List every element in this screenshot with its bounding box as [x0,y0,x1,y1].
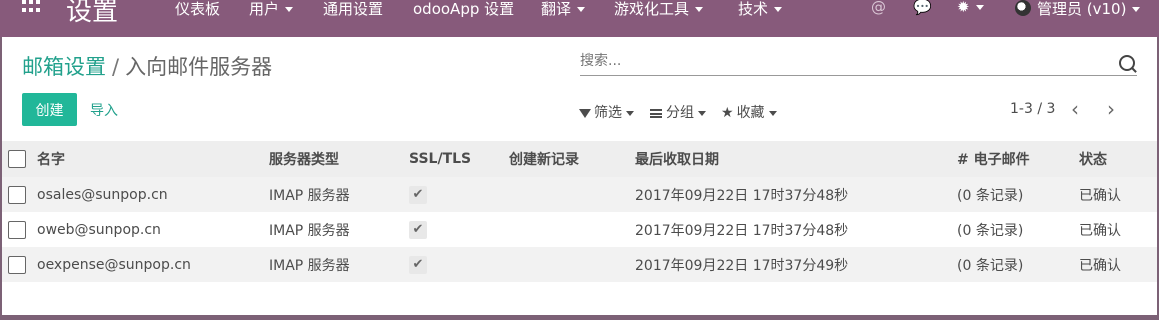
cell-name: oweb@sunpop.cn [37,221,161,238]
row-checkbox[interactable] [8,185,26,204]
column-header-last-fetch-date[interactable]: 最后收取日期 [635,141,957,177]
ssl-checkbox-checked: ✔ [409,255,427,274]
ssl-checkbox-checked: ✔ [409,185,427,204]
cell-emails: (0 条记录) [957,222,1024,239]
pager-value[interactable]: 1-3 / 3 [1010,101,1055,117]
chat-icon[interactable]: 💬 [913,0,932,16]
cell-server-type: IMAP 服务器 [269,257,350,274]
chevron-down-icon [1132,7,1141,12]
cell-emails: (0 条记录) [957,257,1024,274]
cell-server-type: IMAP 服务器 [269,187,350,204]
search-input[interactable] [580,52,1080,70]
menu-gamification[interactable]: 游戏化工具 [614,0,704,19]
menu-general-settings[interactable]: 通用设置 [323,0,383,19]
menu-odooapp-settings[interactable]: odooApp 设置 [413,0,514,19]
column-header-server-type[interactable]: 服务器类型 [269,141,409,177]
breadcrumb-parent-link[interactable]: 邮箱设置 [22,55,106,79]
menu-technical[interactable]: 技术 [738,0,783,19]
chevron-down-icon [768,110,777,116]
table-header-row: 名字 服务器类型 SSL/TLS 创建新记录 最后收取日期 # 电子邮件 状态 [2,141,1157,177]
cell-last-fetch-date: 2017年09月22日 17时37分48秒 [635,222,849,239]
chevron-down-icon [695,7,704,12]
column-header-create-record[interactable]: 创建新记录 [509,141,635,177]
table-row[interactable]: oweb@sunpop.cn IMAP 服务器 ✔ 2017年09月22日 17… [2,212,1157,247]
table-row[interactable]: oexpense@sunpop.cn IMAP 服务器 ✔ 2017年09月22… [2,247,1157,282]
cell-create-record [509,212,635,247]
bottom-border [0,315,1159,320]
create-button[interactable]: 创建 [22,93,77,126]
cell-create-record [509,247,635,282]
funnel-icon [579,108,591,118]
breadcrumb-separator: / [112,55,120,79]
list-icon [650,108,662,118]
chevron-right-icon[interactable]: › [1107,97,1115,121]
favorites-dropdown[interactable]: ★ 收藏 [721,102,777,122]
cell-state: 已确认 [1079,257,1121,274]
page-title: 入向邮件服务器 [125,55,273,79]
column-header-state[interactable]: 状态 [1079,141,1157,177]
apps-menu-icon[interactable] [22,0,40,12]
app-title: 设置 [66,0,119,27]
menu-users[interactable]: 用户 [249,0,294,19]
cell-state: 已确认 [1079,187,1121,204]
select-all-checkbox[interactable] [8,150,26,168]
row-checkbox[interactable] [8,255,26,274]
column-header-ssl[interactable]: SSL/TLS [409,141,509,177]
main-panel: 邮箱设置/入向邮件服务器 创建 导入 筛选 分组 ★收藏 1-3 / 3 ‹ ›… [2,37,1157,315]
cell-state: 已确认 [1079,222,1121,239]
ssl-checkbox-checked: ✔ [409,220,427,239]
chevron-down-icon [774,7,783,12]
breadcrumb: 邮箱设置 / 入向邮件服务器 [22,51,272,81]
cell-name: osales@sunpop.cn [37,186,168,203]
cell-create-record [509,177,635,212]
at-mention-icon[interactable]: @ [871,0,886,16]
menu-dashboard[interactable]: 仪表板 [175,0,220,19]
cell-server-type: IMAP 服务器 [269,222,350,239]
table-row[interactable]: osales@sunpop.cn IMAP 服务器 ✔ 2017年09月22日 … [2,177,1157,212]
search-icon[interactable] [1119,55,1135,71]
chevron-down-icon [626,110,634,116]
cell-name: oexpense@sunpop.cn [37,256,191,273]
avatar[interactable] [1015,0,1031,16]
bug-icon[interactable]: ✹ [957,0,984,16]
user-menu[interactable]: 管理员 (v10) [1037,0,1141,19]
filter-dropdown[interactable]: 筛选 [579,102,634,122]
group-by-dropdown[interactable]: 分组 [650,102,706,122]
chevron-down-icon [285,7,294,12]
column-header-name[interactable]: 名字 [37,141,269,177]
search-bar [580,50,1137,76]
menu-translations[interactable]: 翻译 [541,0,586,19]
top-navbar: 设置 仪表板 用户 通用设置 odooApp 设置 翻译 游戏化工具 技术 @ … [0,0,1159,37]
chevron-down-icon [577,7,586,12]
chevron-left-icon[interactable]: ‹ [1071,97,1079,121]
cell-last-fetch-date: 2017年09月22日 17时37分49秒 [635,257,849,274]
records-table: 名字 服务器类型 SSL/TLS 创建新记录 最后收取日期 # 电子邮件 状态 … [2,141,1157,282]
import-button[interactable]: 导入 [84,93,124,126]
row-checkbox[interactable] [8,220,26,239]
star-icon: ★ [721,105,734,121]
cell-emails: (0 条记录) [957,187,1024,204]
cell-last-fetch-date: 2017年09月22日 17时37分48秒 [635,187,849,204]
chevron-down-icon [698,110,706,116]
column-header-emails[interactable]: # 电子邮件 [957,141,1079,177]
chevron-down-icon [975,5,984,10]
